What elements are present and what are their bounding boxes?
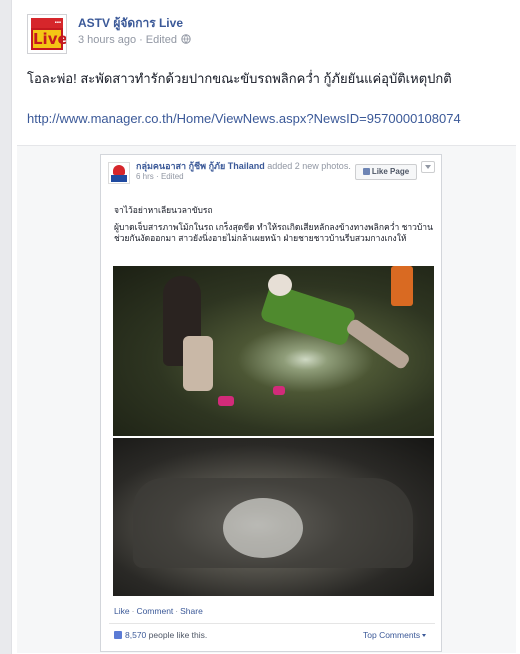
thumbs-up-icon <box>362 168 370 175</box>
shared-page-avatar <box>108 162 130 184</box>
shared-time: 6 hrs <box>136 172 154 181</box>
page-name-link[interactable]: ASTV ผู้จัดการ Live <box>78 15 378 31</box>
meta-separator: · <box>139 34 143 46</box>
thumbs-up-icon <box>114 631 122 639</box>
post-card: ▪▪▪ Live ASTV ผู้จัดการ Live 3 hours ago… <box>11 0 520 654</box>
post-meta: ASTV ผู้จัดการ Live 3 hours ago · Edited <box>78 15 378 48</box>
options-menu-button <box>421 161 435 173</box>
shared-actions: Like · Comment · Share <box>114 606 203 616</box>
shared-likes-count: 8,570 <box>125 630 147 640</box>
shared-like-link: Like <box>114 606 130 616</box>
globe-icon[interactable] <box>181 34 191 44</box>
shared-likes-suffix: people like this. <box>148 630 208 640</box>
post-timestamp[interactable]: 3 hours ago <box>78 34 136 46</box>
post-text: โอละพ่อ! สะพัดสาวทำรักด้วยปากขณะขับรถพลิ… <box>27 71 452 86</box>
caret-down-icon <box>422 634 427 637</box>
shared-body-line1: จาไว้อย่าหาเลียนวลาขับรถ <box>114 205 213 215</box>
shared-meta: กลุ่มคนอาสา กู้ชีพ กู้ภัย Thailand added… <box>136 161 366 182</box>
post-subline: 3 hours ago · Edited <box>78 32 378 48</box>
post-link[interactable]: http://www.manager.co.th/Home/ViewNews.a… <box>27 110 507 128</box>
edited-label[interactable]: Edited <box>146 34 177 46</box>
like-page-button: Like Page <box>355 164 417 180</box>
chevron-down-icon <box>425 165 431 169</box>
top-comments-dropdown: Top Comments <box>363 630 427 641</box>
shared-likes: 8,570 people like this. <box>114 630 207 641</box>
avatar-logo-text: Live <box>31 28 67 50</box>
shared-post-screenshot: กลุ่มคนอาสา กู้ชีพ กู้ภัย Thailand added… <box>100 154 442 652</box>
shared-page-name: กลุ่มคนอาสา กู้ชีพ กู้ภัย Thailand <box>136 161 265 171</box>
shared-separator: · <box>156 172 159 181</box>
shared-edited: Edited <box>160 172 184 181</box>
shared-comment-link: Comment <box>136 606 174 616</box>
shared-body: จาไว้อย่าหาเลียนวลาขับรถ ผู้บาดเจ็บสารภา… <box>114 205 434 244</box>
shared-added-text: added 2 new photos. <box>267 161 351 171</box>
avatar-logo-strip: ▪▪▪ <box>31 18 63 28</box>
page-avatar[interactable]: ▪▪▪ Live <box>27 14 67 54</box>
shared-content-area: กลุ่มคนอาสา กู้ชีพ กู้ภัย Thailand added… <box>17 145 516 653</box>
accident-photo-people <box>113 266 434 436</box>
accident-photo-car <box>113 438 434 596</box>
shared-share-link: Share <box>180 606 203 616</box>
divider <box>109 623 435 624</box>
shared-subline: 6 hrs · Edited <box>136 172 366 182</box>
like-page-label: Like Page <box>371 167 410 176</box>
shared-body-line2: ผู้บาดเจ็บสารภาพโม้กในรถ เกร็งสุดขีด ทำใ… <box>114 222 433 243</box>
